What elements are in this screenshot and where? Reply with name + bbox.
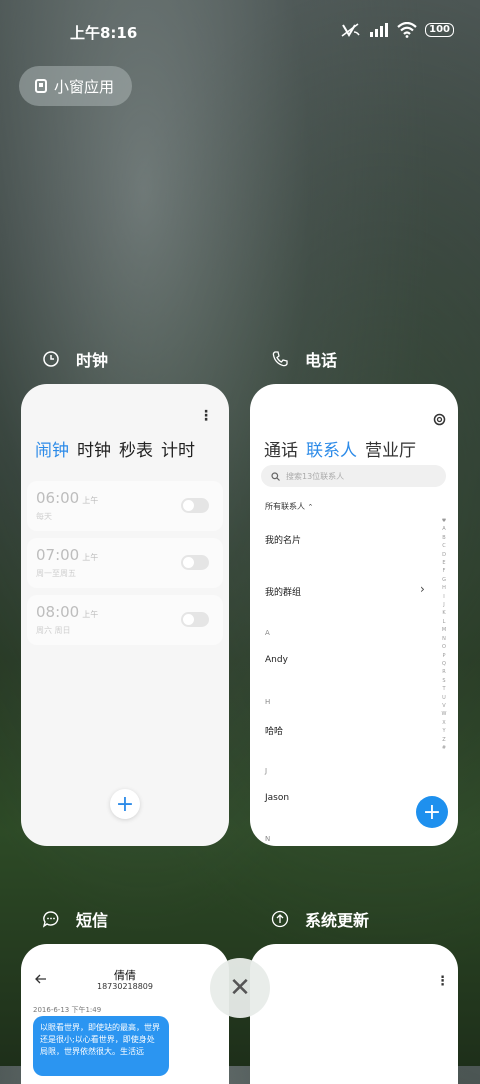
- status-icons: 100: [341, 22, 454, 38]
- phone-tabs: 通话 联系人 营业厅: [264, 436, 416, 461]
- alphabet-index[interactable]: ♥ A B C D E F G H I J K L M N O P Q R S …: [439, 517, 449, 752]
- contacts-filter[interactable]: 所有联系人 ⌃: [265, 501, 313, 512]
- alarm-item[interactable]: 07:00 上午 周一至周五: [27, 538, 223, 588]
- app-title-clock: 时钟: [76, 351, 109, 370]
- alarm-toggle[interactable]: [181, 612, 209, 627]
- tab-service-hall[interactable]: 营业厅: [365, 436, 416, 461]
- app-header-phone[interactable]: 电话: [271, 347, 337, 371]
- contact-row[interactable]: Andy: [265, 655, 288, 665]
- app-card-updater[interactable]: ⋮: [250, 944, 458, 1084]
- tab-contacts[interactable]: 联系人: [306, 436, 357, 461]
- tab-calls[interactable]: 通话: [264, 436, 298, 461]
- alarm-toggle[interactable]: [181, 498, 209, 513]
- alarm-time: 08:00 上午: [36, 603, 99, 621]
- my-card-row[interactable]: 我的名片: [265, 533, 301, 546]
- alarm-toggle[interactable]: [181, 555, 209, 570]
- floating-window-icon: [35, 79, 47, 93]
- alarm-time: 07:00 上午: [36, 546, 99, 564]
- phone-icon: [272, 351, 288, 367]
- tab-timer[interactable]: 计时: [161, 436, 195, 461]
- floating-window-label: 小窗应用: [54, 77, 115, 96]
- section-letter: N: [265, 835, 271, 843]
- add-contact-button[interactable]: +: [416, 796, 448, 828]
- my-groups-row[interactable]: 我的群组: [265, 585, 301, 598]
- sort-icon: ⌃: [307, 503, 314, 511]
- app-header-clock[interactable]: 时钟: [42, 347, 108, 371]
- app-title-messages: 短信: [76, 911, 109, 930]
- alarm-item[interactable]: 06:00 上午 每天: [27, 481, 223, 531]
- contact-search-input[interactable]: 搜索13位联系人: [261, 465, 446, 487]
- app-header-updater[interactable]: 系统更新: [271, 907, 369, 931]
- clock-icon: [43, 351, 59, 367]
- app-title-phone: 电话: [305, 351, 338, 370]
- volte-icon: [341, 23, 360, 37]
- alarm-repeat: 周一至周五: [36, 569, 76, 578]
- contact-row[interactable]: 哈哈: [265, 724, 283, 737]
- settings-icon[interactable]: [433, 413, 446, 426]
- section-letter: H: [265, 698, 271, 706]
- app-title-updater: 系统更新: [305, 911, 370, 930]
- add-alarm-button[interactable]: +: [110, 789, 140, 819]
- alarm-item[interactable]: 08:00 上午 周六 周日: [27, 595, 223, 645]
- alarm-repeat: 每天: [36, 512, 52, 521]
- floating-window-button[interactable]: 小窗应用: [19, 66, 132, 106]
- message-timestamp: 2016-6-13 下午1:49: [33, 1006, 102, 1014]
- message-icon: [42, 911, 59, 928]
- app-header-messages[interactable]: 短信: [42, 907, 108, 931]
- more-icon[interactable]: ⋮: [199, 408, 213, 424]
- app-card-clock[interactable]: ⋮ 闹钟 时钟 秒表 计时 06:00 上午 每天 07:00 上午 周一至周五 0…: [21, 384, 229, 846]
- message-bubble[interactable]: 以眼看世界，即使站的最高，世界还是很小;以心看世界，即使身处局限，世界依然很大。…: [33, 1016, 169, 1076]
- signal-icon: [370, 23, 389, 37]
- section-letter: J: [265, 767, 268, 775]
- conversation-number: 18730218809: [97, 982, 153, 991]
- clock-tabs: 闹钟 时钟 秒表 计时: [35, 436, 195, 461]
- tab-stopwatch[interactable]: 秒表: [119, 436, 153, 461]
- app-card-phone[interactable]: 通话 联系人 营业厅 搜索13位联系人 所有联系人 ⌃ 我的名片 我的群组 › …: [250, 384, 458, 846]
- status-time: 上午8:16: [70, 24, 138, 42]
- tab-alarm[interactable]: 闹钟: [35, 436, 69, 461]
- search-placeholder: 搜索13位联系人: [286, 471, 345, 481]
- battery-indicator: 100: [425, 23, 454, 37]
- more-icon[interactable]: ⋮: [436, 974, 449, 989]
- contact-row[interactable]: Jason: [265, 793, 289, 803]
- conversation-name: 倩倩: [114, 969, 136, 982]
- wifi-icon: [397, 22, 417, 38]
- app-card-messages[interactable]: 倩倩 18730218809 2016-6-13 下午1:49 以眼看世界，即使…: [21, 944, 229, 1084]
- chevron-right-icon: ›: [420, 582, 425, 596]
- clear-all-button[interactable]: ✕: [210, 958, 270, 1018]
- search-icon: [271, 471, 280, 481]
- update-arrow-icon: [271, 910, 289, 928]
- section-letter: A: [265, 629, 270, 637]
- tab-clock[interactable]: 时钟: [77, 436, 111, 461]
- alarm-time: 06:00 上午: [36, 489, 99, 507]
- alarm-repeat: 周六 周日: [36, 626, 71, 635]
